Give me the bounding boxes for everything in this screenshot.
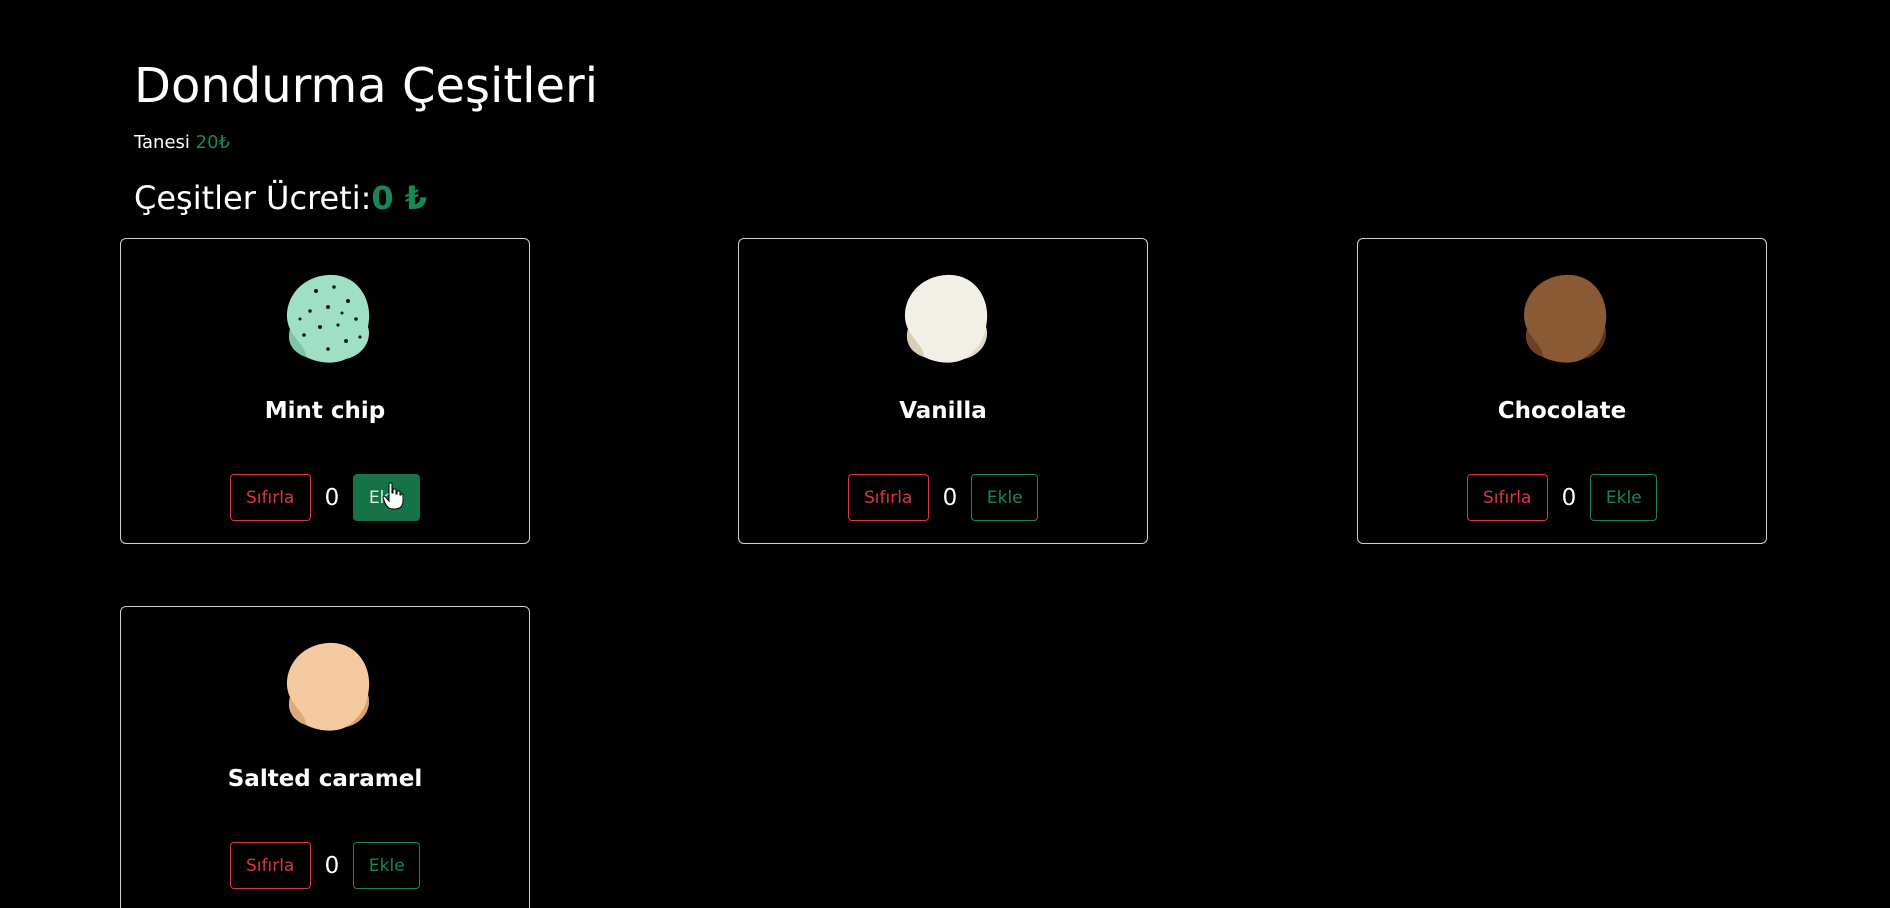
reset-button[interactable]: Sıfırla [1466, 474, 1548, 521]
total-price-line: Çeşitler Ücreti:0 ₺ [134, 178, 598, 218]
unit-price-line: Tanesi 20₺ [134, 132, 598, 154]
flavor-count: 0 [942, 484, 958, 511]
flavor-name: Salted caramel [227, 766, 423, 792]
flavor-count: 0 [324, 484, 340, 511]
reset-button[interactable]: Sıfırla [847, 474, 929, 521]
flavor-card-salted-caramel: Salted caramel Sıfırla 0 Ekle [120, 606, 530, 908]
flavor-card-mint-chip: Mint chip Sıfırla 0 Ekle [120, 238, 530, 544]
flavor-name: Mint chip [264, 398, 386, 424]
add-button[interactable]: Ekle [1590, 474, 1658, 521]
page-header: Dondurma Çeşitleri Tanesi 20₺ Çeşitler Ü… [134, 56, 598, 218]
ice-cream-page: Dondurma Çeşitleri Tanesi 20₺ Çeşitler Ü… [0, 0, 1890, 908]
flavor-count: 0 [1561, 484, 1577, 511]
flavor-controls: Sıfırla 0 Ekle [121, 842, 529, 889]
unit-price-value: 20₺ [195, 132, 231, 153]
flavor-controls: Sıfırla 0 Ekle [121, 474, 529, 521]
reset-button[interactable]: Sıfırla [229, 474, 311, 521]
chocolate-scoop-icon [1524, 274, 1607, 363]
flavor-controls: Sıfırla 0 Ekle [1358, 474, 1766, 521]
flavor-card-vanilla: Vanilla Sıfırla 0 Ekle [738, 238, 1148, 544]
unit-price-label: Tanesi [134, 132, 190, 153]
reset-button[interactable]: Sıfırla [229, 842, 311, 889]
total-price-label: Çeşitler Ücreti: [134, 179, 372, 217]
flavor-count: 0 [324, 852, 340, 879]
add-button[interactable]: Ekle [971, 474, 1039, 521]
add-button[interactable]: Ekle [353, 842, 421, 889]
flavor-name: Vanilla [899, 398, 987, 424]
add-button[interactable]: Ekle [353, 474, 421, 521]
flavor-name: Chocolate [1497, 398, 1627, 424]
salted-caramel-scoop-icon [287, 642, 370, 731]
total-price-value: 0 ₺ [371, 179, 428, 217]
page-title: Dondurma Çeşitleri [134, 58, 599, 114]
vanilla-scoop-icon [905, 274, 988, 363]
flavor-card-chocolate: Chocolate Sıfırla 0 Ekle [1357, 238, 1767, 544]
flavor-controls: Sıfırla 0 Ekle [739, 474, 1147, 521]
mint-chip-scoop-icon [287, 274, 370, 363]
